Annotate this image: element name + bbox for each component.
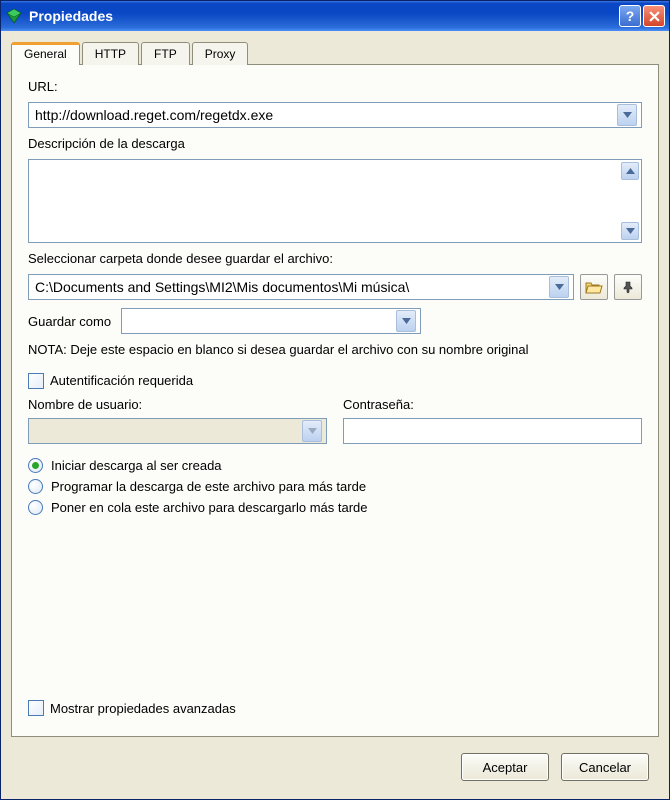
url-label: URL:	[28, 79, 642, 94]
tab-strip: General HTTP FTP Proxy	[11, 41, 659, 64]
pin-button[interactable]	[614, 274, 642, 300]
username-label: Nombre de usuario:	[28, 397, 327, 412]
folder-label: Seleccionar carpeta donde desee guardar …	[28, 251, 642, 266]
tab-ftp[interactable]: FTP	[141, 42, 190, 65]
saveas-input[interactable]	[121, 308, 421, 334]
radio-schedule[interactable]	[28, 479, 43, 494]
pin-icon	[621, 280, 635, 294]
tab-panel-general: URL: http://download.reget.com/regetdx.e…	[11, 64, 659, 737]
scroll-down-icon[interactable]	[621, 222, 639, 240]
accept-button[interactable]: Aceptar	[461, 753, 549, 781]
radio-start-now[interactable]	[28, 458, 43, 473]
properties-dialog: Propiedades ? General HTTP FTP Proxy URL…	[0, 0, 670, 800]
username-dropdown-icon	[302, 420, 322, 442]
saveas-dropdown-icon[interactable]	[396, 310, 416, 332]
help-button[interactable]: ?	[619, 5, 641, 27]
radio-queue[interactable]	[28, 500, 43, 515]
password-input	[343, 418, 642, 444]
window-title: Propiedades	[29, 8, 619, 24]
titlebar[interactable]: Propiedades ?	[1, 1, 669, 31]
url-dropdown-icon[interactable]	[617, 104, 637, 126]
tab-general[interactable]: General	[11, 42, 80, 65]
password-label: Contraseña:	[343, 397, 642, 412]
url-input[interactable]: http://download.reget.com/regetdx.exe	[28, 102, 642, 128]
saveas-note: NOTA: Deje este espacio en blanco si des…	[28, 342, 642, 359]
saveas-label: Guardar como	[28, 314, 111, 329]
username-input	[28, 418, 327, 444]
browse-folder-button[interactable]	[580, 274, 608, 300]
cancel-button[interactable]: Cancelar	[561, 753, 649, 781]
description-label: Descripción de la descarga	[28, 136, 642, 151]
tab-http[interactable]: HTTP	[82, 42, 139, 65]
folder-open-icon	[585, 280, 603, 294]
advanced-checkbox[interactable]	[28, 700, 44, 716]
radio-schedule-label: Programar la descarga de este archivo pa…	[51, 479, 366, 494]
radio-start-now-label: Iniciar descarga al ser creada	[51, 458, 222, 473]
radio-queue-label: Poner en cola este archivo para descarga…	[51, 500, 368, 515]
scroll-up-icon[interactable]	[621, 162, 639, 180]
app-icon	[5, 7, 23, 25]
folder-input[interactable]: C:\Documents and Settings\MI2\Mis docume…	[28, 274, 574, 300]
auth-label: Autentificación requerida	[50, 373, 193, 388]
folder-value: C:\Documents and Settings\MI2\Mis docume…	[33, 279, 549, 295]
tab-proxy[interactable]: Proxy	[192, 42, 249, 65]
description-textarea[interactable]	[28, 159, 642, 243]
url-value: http://download.reget.com/regetdx.exe	[33, 107, 617, 123]
start-mode-group: Iniciar descarga al ser creada Programar…	[28, 458, 642, 515]
folder-dropdown-icon[interactable]	[549, 276, 569, 298]
auth-checkbox[interactable]	[28, 373, 44, 389]
dialog-buttons: Aceptar Cancelar	[11, 737, 659, 799]
close-button[interactable]	[643, 5, 665, 27]
advanced-label: Mostrar propiedades avanzadas	[50, 701, 236, 716]
